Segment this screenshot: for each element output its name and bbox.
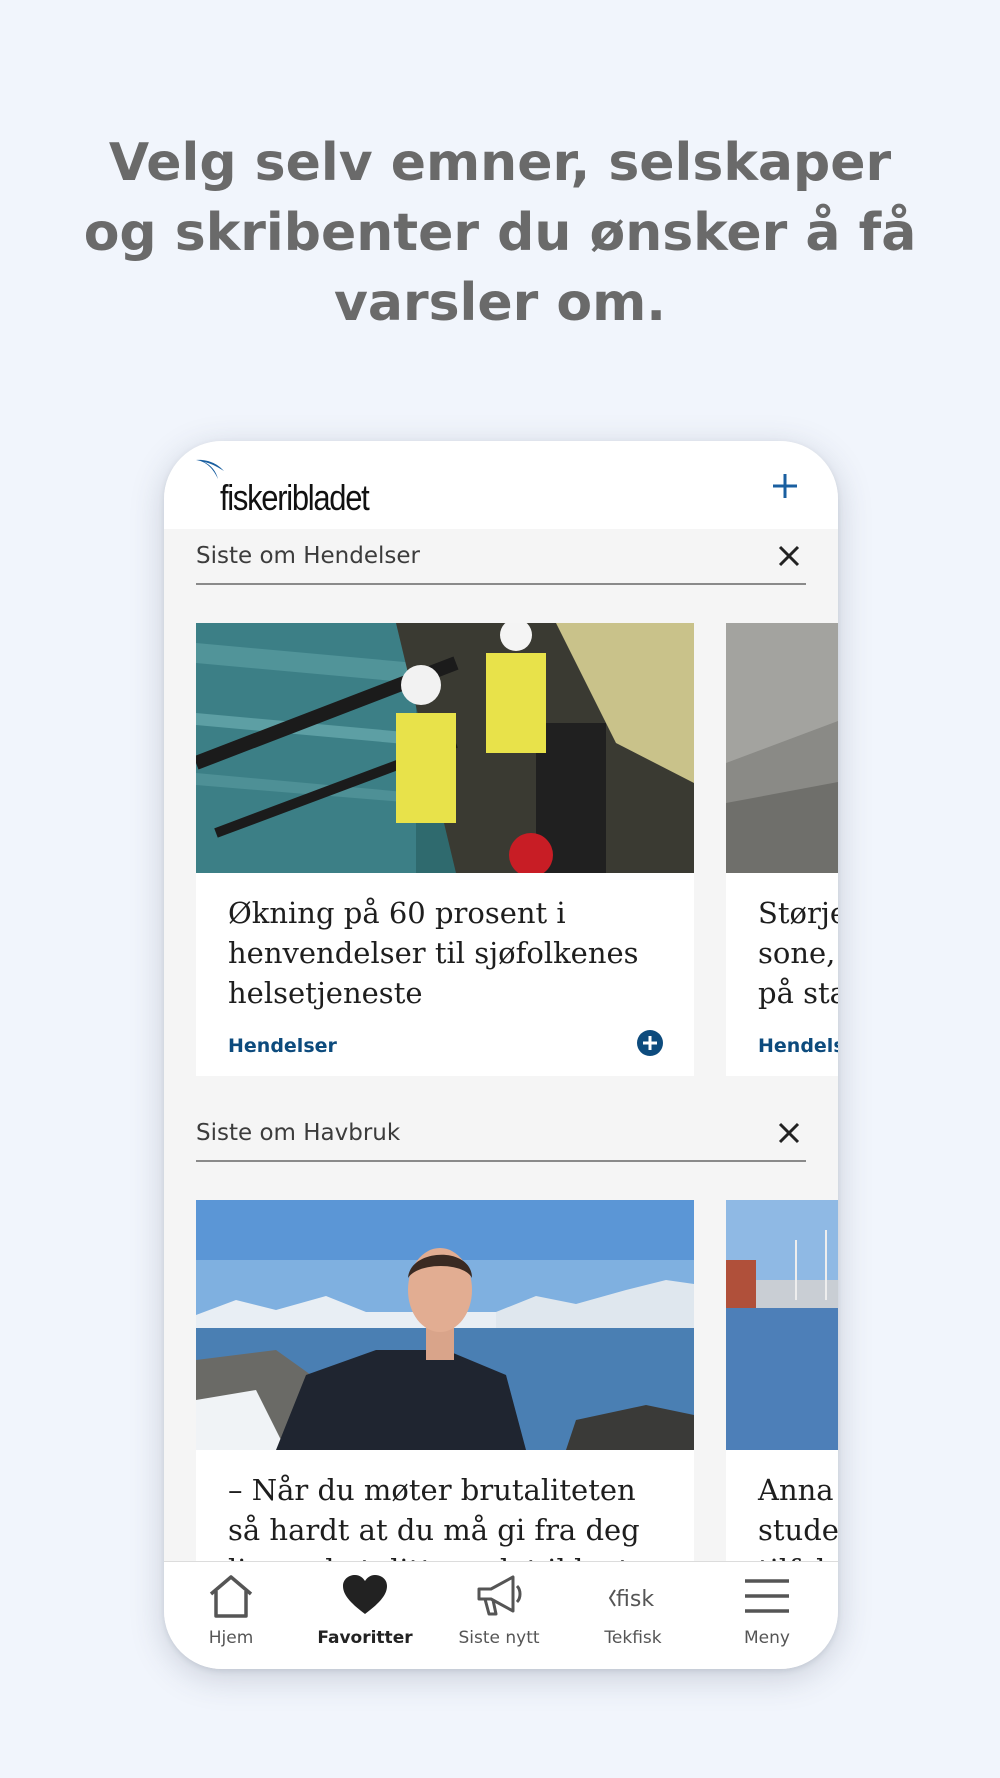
article-title-line: Størje: [758, 896, 838, 930]
tab-label: Tekfisk: [604, 1628, 662, 1648]
section-header-hendelser: Siste om Hendelser: [196, 529, 806, 585]
article-title[interactable]: Størje sone, på sta: [758, 893, 838, 1013]
tab-label: Favoritter: [317, 1628, 413, 1648]
article-photo-harbor: [726, 1200, 838, 1450]
plus-icon[interactable]: [770, 471, 800, 501]
app-logo[interactable]: fiskeribladet: [194, 457, 414, 523]
article-card[interactable]: Økning på 60 prosent i henvendelser til …: [196, 623, 694, 1076]
article-card-body: Størje sone, på sta Hendels: [726, 873, 838, 1076]
home-icon: [209, 1575, 253, 1618]
tekfisk-logo-icon: fisk: [608, 1587, 654, 1612]
article-photo-man-by-fjord: [196, 1200, 694, 1450]
bottom-tab-bar: Hjem Favoritter Siste nytt fisk Tekfisk: [164, 1561, 838, 1669]
article-topic-tag[interactable]: Hendels: [758, 1035, 838, 1057]
article-title-line: på sta: [758, 976, 838, 1010]
plus-circle-icon[interactable]: [636, 1029, 664, 1057]
section-title: Siste om Havbruk: [196, 1120, 401, 1146]
tab-tekfisk[interactable]: fisk Tekfisk: [566, 1562, 700, 1669]
article-card[interactable]: Anna stude tilfel: [726, 1200, 838, 1600]
section-title: Siste om Hendelser: [196, 543, 420, 569]
close-icon[interactable]: [776, 1120, 802, 1146]
close-icon[interactable]: [776, 543, 802, 569]
phone-mockup: fiskeribladet Siste om Hendelser Økning …: [164, 441, 838, 1669]
tab-siste-nytt[interactable]: Siste nytt: [432, 1562, 566, 1669]
article-topic-tag[interactable]: Hendelser: [228, 1035, 337, 1057]
promo-headline: Velg selv emner, selskaper og skribenter…: [0, 128, 1000, 338]
heart-icon: [343, 1575, 387, 1614]
tab-label: Hjem: [208, 1628, 254, 1648]
megaphone-icon: [477, 1575, 522, 1616]
tab-label: Meny: [744, 1628, 790, 1648]
article-card[interactable]: Størje sone, på sta Hendels: [726, 623, 838, 1076]
article-title-line: sone,: [758, 936, 836, 970]
promo-headline-line-3: varsler om.: [333, 273, 667, 333]
article-title-line: Anna: [758, 1473, 834, 1507]
tab-favoritter[interactable]: Favoritter: [298, 1562, 432, 1669]
logo-wordmark: fiskeribladet: [220, 477, 370, 518]
article-photo-gravel: [726, 623, 838, 873]
svg-text:fisk: fisk: [616, 1587, 654, 1612]
article-photo-workers-on-deck: [196, 623, 694, 873]
promo-headline-line-2: og skribenter du ønsker å få: [83, 203, 917, 263]
article-card-body: Økning på 60 prosent i henvendelser til …: [196, 873, 694, 1076]
tab-hjem[interactable]: Hjem: [164, 1562, 298, 1669]
article-card[interactable]: – Når du møter brutaliteten så hardt at …: [196, 1200, 694, 1600]
article-title[interactable]: Økning på 60 prosent i henvendelser til …: [228, 893, 666, 1013]
menu-icon: [745, 1579, 789, 1613]
promo-headline-line-1: Velg selv emner, selskaper: [108, 133, 892, 193]
article-title-line: stude: [758, 1513, 838, 1547]
tab-label: Siste nytt: [458, 1628, 540, 1648]
tab-meny[interactable]: Meny: [700, 1562, 834, 1669]
app-header: fiskeribladet: [164, 441, 838, 529]
section-header-havbruk: Siste om Havbruk: [196, 1106, 806, 1162]
